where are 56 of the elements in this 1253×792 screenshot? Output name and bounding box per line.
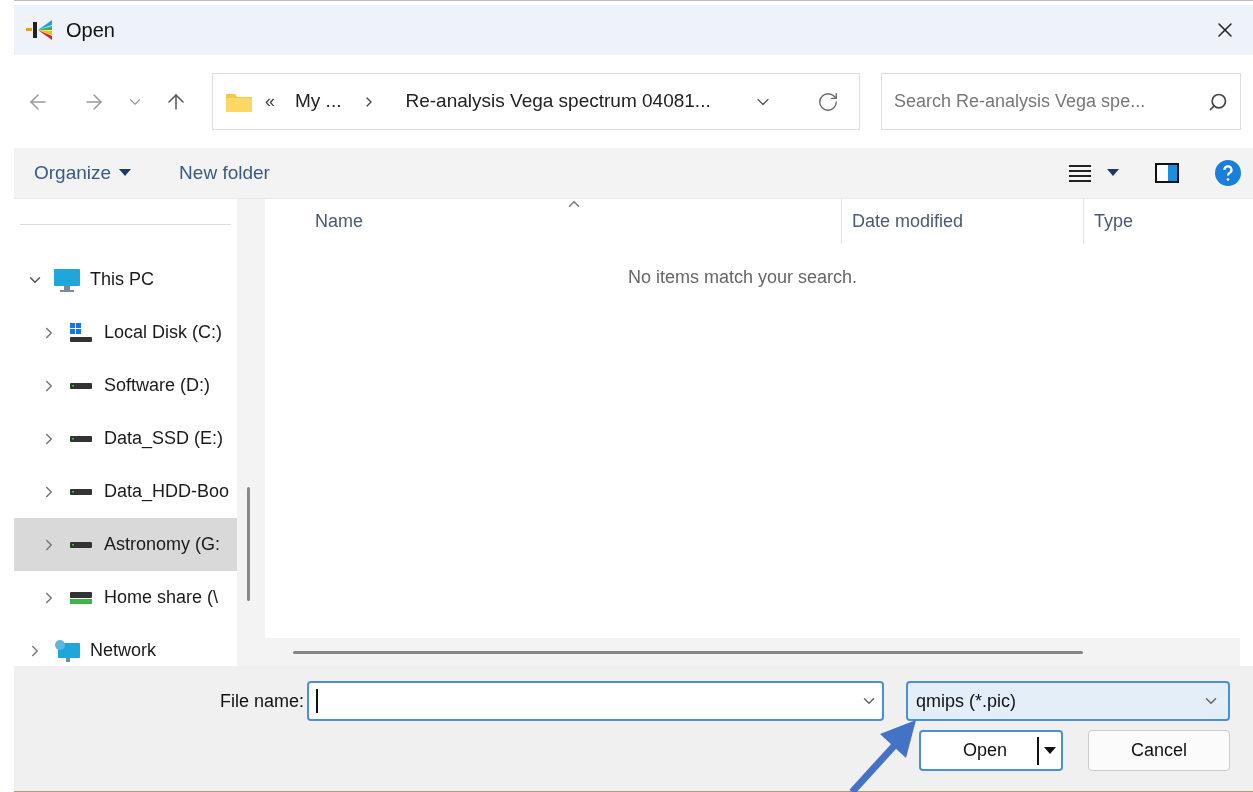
drive-icon bbox=[68, 381, 94, 390]
tree-item[interactable]: Data_SSD (E:) bbox=[14, 412, 237, 465]
open-button[interactable]: Open bbox=[919, 730, 1063, 771]
text-cursor bbox=[316, 689, 318, 713]
help-icon[interactable] bbox=[1215, 160, 1241, 186]
organize-button[interactable]: Organize bbox=[34, 158, 132, 188]
tree-item[interactable]: Local Disk (C:) bbox=[14, 306, 237, 359]
caret-icon[interactable] bbox=[1107, 169, 1119, 177]
computer-icon bbox=[53, 266, 81, 293]
tree-item[interactable]: This PC bbox=[14, 253, 237, 306]
tree-item[interactable]: Network bbox=[14, 624, 237, 666]
drive-icon bbox=[68, 487, 94, 496]
network-drive-icon bbox=[68, 590, 94, 605]
column-header[interactable]: Date modified bbox=[842, 199, 1084, 244]
drive-icon bbox=[68, 434, 94, 443]
scrollbar-thumb[interactable] bbox=[247, 487, 250, 601]
new-folder-button[interactable]: New folder bbox=[179, 158, 270, 188]
caret-icon bbox=[119, 169, 132, 177]
tree-item-label: Local Disk (C:) bbox=[104, 321, 223, 344]
breadcrumb[interactable]: Re-analysis Vega spectrum 04081... bbox=[405, 87, 711, 116]
refresh-icon[interactable] bbox=[817, 90, 839, 113]
window-title: Open bbox=[66, 18, 116, 43]
file-type-dropdown[interactable]: qmips (*.pic) bbox=[906, 681, 1230, 721]
search-placeholder: Search Re-analysis Vega spe... bbox=[894, 90, 1147, 113]
file-type-value: qmips (*.pic) bbox=[916, 689, 1018, 713]
search-field[interactable]: Search Re-analysis Vega spe... bbox=[881, 73, 1241, 130]
file-name-field[interactable] bbox=[307, 681, 885, 721]
open-label[interactable]: Open bbox=[921, 737, 1037, 764]
tree-item-label: This PC bbox=[90, 268, 154, 291]
horizontal-scrollbar[interactable] bbox=[293, 650, 1083, 654]
tree-item[interactable]: Data_HDD-Boo bbox=[14, 465, 237, 518]
drive-icon bbox=[68, 540, 94, 549]
tree-item-label: Home share (\ bbox=[104, 586, 219, 609]
app-logo-icon bbox=[26, 18, 54, 42]
empty-message: No items match your search. bbox=[627, 266, 858, 289]
tree-item-label: Data_SSD (E:) bbox=[104, 427, 224, 451]
file-name-label: File name: bbox=[220, 689, 305, 713]
tree-item[interactable]: Astronomy (G: bbox=[14, 518, 237, 571]
tree-item-label: Network bbox=[90, 639, 156, 662]
cancel-button[interactable]: Cancel bbox=[1088, 730, 1230, 771]
column-header[interactable]: Type bbox=[1084, 199, 1134, 244]
caret-icon[interactable] bbox=[1044, 746, 1056, 755]
view-list-icon[interactable] bbox=[1069, 163, 1091, 183]
search-icon[interactable] bbox=[1208, 91, 1228, 112]
address-bar[interactable]: « My ... Re-analysis Vega spectrum 04081... bbox=[212, 73, 860, 130]
network-icon bbox=[53, 637, 81, 664]
drive-icon bbox=[68, 321, 94, 344]
tree-item[interactable]: Home share (\ bbox=[14, 571, 237, 624]
tree-item-label: Data_HDD-Boo bbox=[104, 480, 230, 504]
tree-item-label: Software (D:) bbox=[104, 374, 211, 397]
tree-item-label: Astronomy (G: bbox=[104, 533, 221, 556]
tree-item[interactable]: Software (D:) bbox=[14, 359, 237, 412]
overflow-chevron[interactable]: « bbox=[265, 88, 275, 115]
preview-pane-icon[interactable] bbox=[1155, 163, 1179, 183]
breadcrumb[interactable]: My ... bbox=[295, 87, 342, 116]
column-header[interactable]: Name bbox=[265, 199, 842, 244]
